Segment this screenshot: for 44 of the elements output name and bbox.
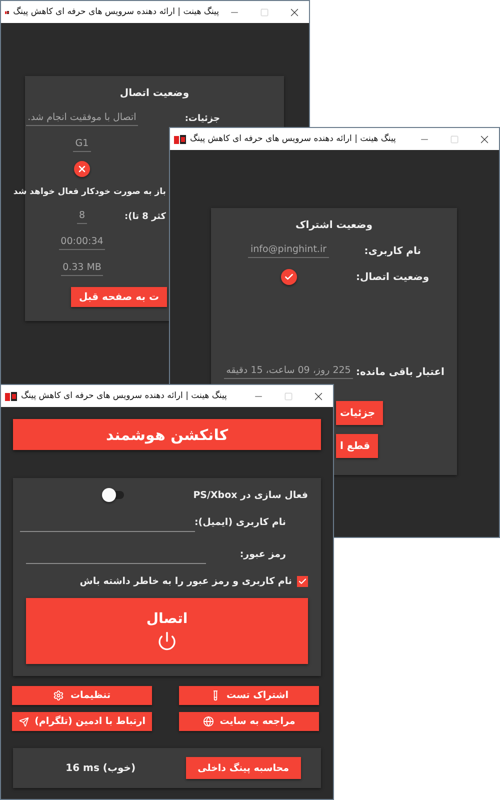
field-label: وضعیت اتصال: — [356, 272, 430, 282]
settings-icon — [53, 690, 64, 701]
card-title: وضعیت اتصال — [118, 87, 190, 101]
field-label: رمز عبور: — [240, 548, 286, 560]
field-label: جزئیات: — [184, 114, 220, 124]
checkbox-label: نام کاربری و رمز عبور را به خاطر داشته باش — [80, 576, 292, 586]
maximize-icon — [284, 392, 292, 400]
field-value: info@pinghint.ir — [248, 244, 328, 258]
app-header: کانکشن هوشمند — [13, 419, 321, 450]
field-label: نام کاربری: — [364, 246, 421, 256]
power-icon — [157, 631, 177, 651]
globe-icon — [202, 716, 214, 727]
maximize-icon — [450, 134, 458, 144]
disconnect-button[interactable]: قطع ا — [336, 434, 378, 458]
action-button[interactable]: ارتباط با ادمین (تلگرام) — [12, 712, 152, 731]
remember-checkbox[interactable] — [297, 576, 308, 586]
card-title: وضعیت اشتراک — [294, 219, 374, 233]
window-title: پینگ هینت | ارائه دهنده سرویس های حرفه ای کاهش پینگ — [13, 7, 219, 17]
field-label: کثر 8 تا): — [124, 212, 166, 222]
field-label: نام کاربری (ایمیل): — [194, 516, 286, 528]
ping-result: 16 ms (خوب) — [66, 762, 136, 774]
window-title: پینگ هینت | ارائه دهنده سرویس های حرفه ای کاهش پینگ — [190, 134, 396, 144]
field-value: اتصال با موفقیت انجام شد. — [26, 112, 138, 126]
field-value: 00:00:34 — [58, 236, 106, 250]
back-button[interactable]: ت به صفحه قبل — [71, 287, 167, 307]
toggle-label: فعال سازی در PS/Xbox — [193, 490, 308, 500]
field-value: 225 روز، 09 ساعت، 15 دقیقه — [224, 365, 353, 379]
paper-plane-icon — [18, 716, 29, 726]
app-logo-icon — [5, 392, 17, 400]
toggle-switch[interactable] — [104, 491, 124, 499]
connect-button[interactable]: اتصال — [26, 598, 308, 664]
maximize-icon — [260, 8, 268, 16]
field-label: اعتبار باقی مانده: — [356, 366, 444, 378]
ping-button[interactable]: محاسبه پینگ داخلی — [186, 757, 301, 779]
notice-text: باز به صورت خودکار فعال خواهد شد — [13, 187, 166, 197]
action-button[interactable]: مراجعه به سایت — [179, 712, 319, 731]
field-value: 8 — [76, 210, 88, 224]
field-value: G1 — [73, 138, 91, 152]
field-value: 0.33 MB — [60, 262, 104, 276]
action-button[interactable]: تنظیمات — [12, 686, 152, 705]
details-button[interactable]: جزئیات — [336, 401, 384, 425]
app-logo-icon — [174, 134, 186, 144]
window-title: پینگ هینت | ارائه دهنده سرویس های حرفه ای کاهش پینگ — [21, 391, 227, 401]
action-button[interactable]: اشتراک تست — [179, 686, 319, 705]
